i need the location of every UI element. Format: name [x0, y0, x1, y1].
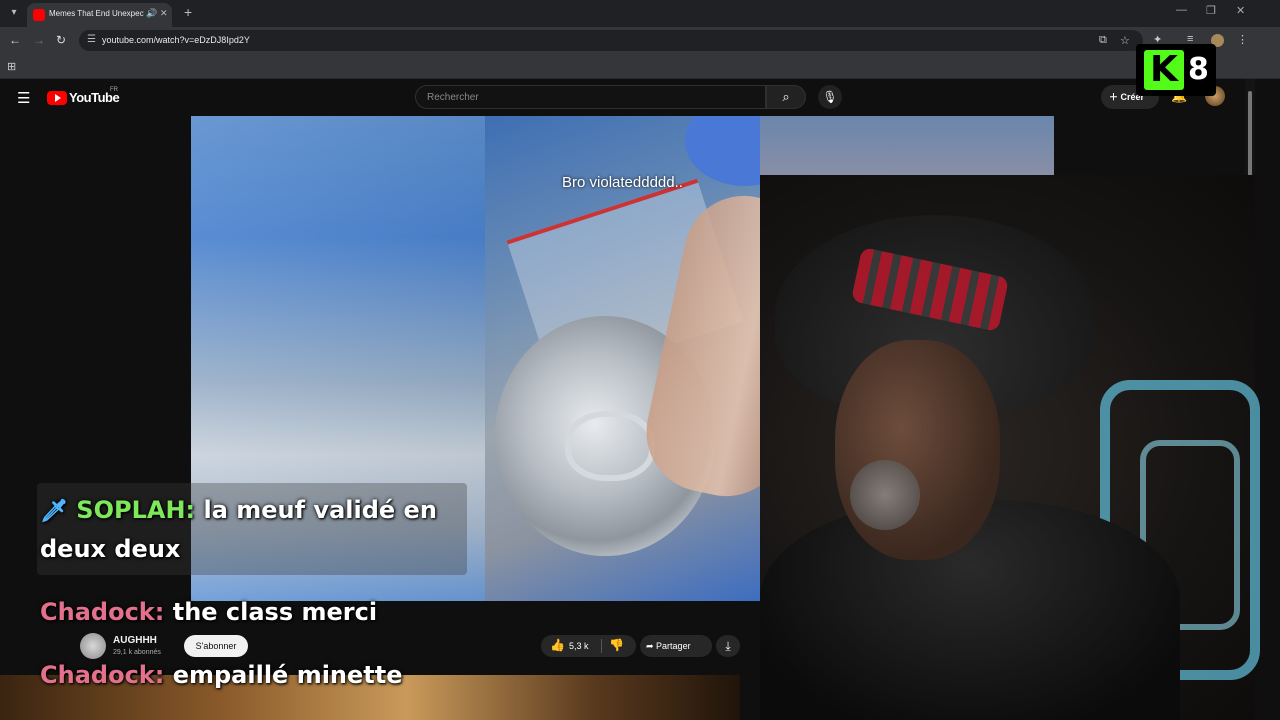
back-icon[interactable]: ← [9, 33, 21, 47]
like-divider [601, 639, 602, 653]
search-input[interactable]: Rechercher [415, 85, 766, 109]
share-button[interactable]: ➦ Partager [640, 635, 712, 657]
chat-username: SOPLAH: [76, 496, 196, 524]
channel-subscribers: 29,1 k abonnés [113, 649, 161, 656]
tab-strip: ▾ Memes That End Unexpecte 🔊 ✕ + — ❐ ✕ [0, 0, 1280, 27]
share-label: Partager [656, 641, 691, 651]
bookmarks-bar: ⊞ [0, 54, 1280, 79]
streamer-face [835, 340, 1000, 560]
apps-icon[interactable]: ⊞ [7, 60, 16, 73]
region-code: FR [110, 87, 118, 93]
tab-title: Memes That End Unexpecte [49, 9, 144, 18]
site-info-icon[interactable]: ☰ [87, 34, 96, 45]
dislike-icon[interactable]: 👎 [609, 638, 624, 652]
video-caption: Bro violateddddd.. [562, 174, 683, 191]
channel-name[interactable]: AUGHHH [113, 635, 157, 646]
like-dislike-group: 👍 5,3 k 👎 [541, 635, 636, 657]
channel-avatar[interactable] [80, 633, 106, 659]
url-text[interactable]: youtube.com/watch?v=eDzDJ8Ipd2Y [102, 35, 250, 45]
sword-icon: 🗡 [40, 499, 68, 524]
youtube-logo-icon[interactable] [47, 91, 67, 105]
reload-icon[interactable]: ↻ [56, 33, 66, 47]
plus-icon: ＋ [1109, 92, 1121, 102]
kick-badge: K 8 [1136, 44, 1216, 96]
like-icon[interactable]: 👍 [550, 638, 565, 652]
can-tab-image [565, 411, 655, 481]
kick-badge-number: 8 [1188, 52, 1209, 87]
youtube-header: ☰ YouTube FR Rechercher ⌕ 🎙 ＋ Créer 🔔 [0, 79, 1255, 117]
microphone-icon[interactable]: 🎙 [818, 85, 842, 109]
hamburger-menu-icon[interactable]: ☰ [17, 89, 30, 107]
forward-icon[interactable]: → [33, 33, 45, 47]
screen: ▾ Memes That End Unexpecte 🔊 ✕ + — ❐ ✕ ←… [0, 0, 1280, 720]
address-bar[interactable]: ☰ youtube.com/watch?v=eDzDJ8Ipd2Y ⧉ ☆ [79, 30, 1143, 51]
close-icon[interactable]: ✕ [160, 8, 168, 19]
audio-icon[interactable]: 🔊 [146, 8, 157, 19]
chat-message-continuation: deux deux [40, 535, 181, 563]
new-tab-icon[interactable]: + [184, 4, 192, 20]
youtube-favicon-icon [33, 9, 45, 21]
minimize-icon[interactable]: — [1176, 4, 1187, 16]
chat-message: Chadock: the class merci [40, 598, 377, 626]
chat-text: empaillé minette [172, 661, 403, 689]
chat-message: 🗡 SOPLAH: la meuf validé en [40, 496, 437, 524]
chat-username: Chadock: [40, 661, 165, 689]
restore-icon[interactable]: ❐ [1206, 4, 1216, 17]
chat-message: Chadock: empaillé minette [40, 661, 403, 689]
install-icon[interactable]: ⧉ [1099, 34, 1107, 47]
browser-toolbar: ← → ↻ ☰ youtube.com/watch?v=eDzDJ8Ipd2Y … [0, 27, 1280, 54]
search-placeholder: Rechercher [427, 92, 479, 103]
download-icon[interactable]: ⤓ [716, 635, 740, 657]
chat-username: Chadock: [40, 598, 165, 626]
window-close-icon[interactable]: ✕ [1236, 4, 1245, 17]
kick-logo-icon: K [1144, 50, 1184, 90]
tab-menu-icon[interactable]: ▾ [6, 5, 22, 21]
menu-icon[interactable]: ⋮ [1237, 33, 1248, 46]
subscribe-button[interactable]: S'abonner [184, 635, 248, 657]
search-icon[interactable]: ⌕ [766, 85, 806, 109]
star-icon[interactable]: ☆ [1120, 34, 1130, 47]
browser-tab[interactable]: Memes That End Unexpecte 🔊 ✕ [27, 3, 172, 27]
like-count[interactable]: 5,3 k [569, 641, 589, 651]
chat-text: the class merci [172, 598, 378, 626]
chat-text: la meuf validé en [203, 496, 437, 524]
share-icon: ➦ [646, 641, 657, 651]
streamer-beard [850, 460, 920, 530]
